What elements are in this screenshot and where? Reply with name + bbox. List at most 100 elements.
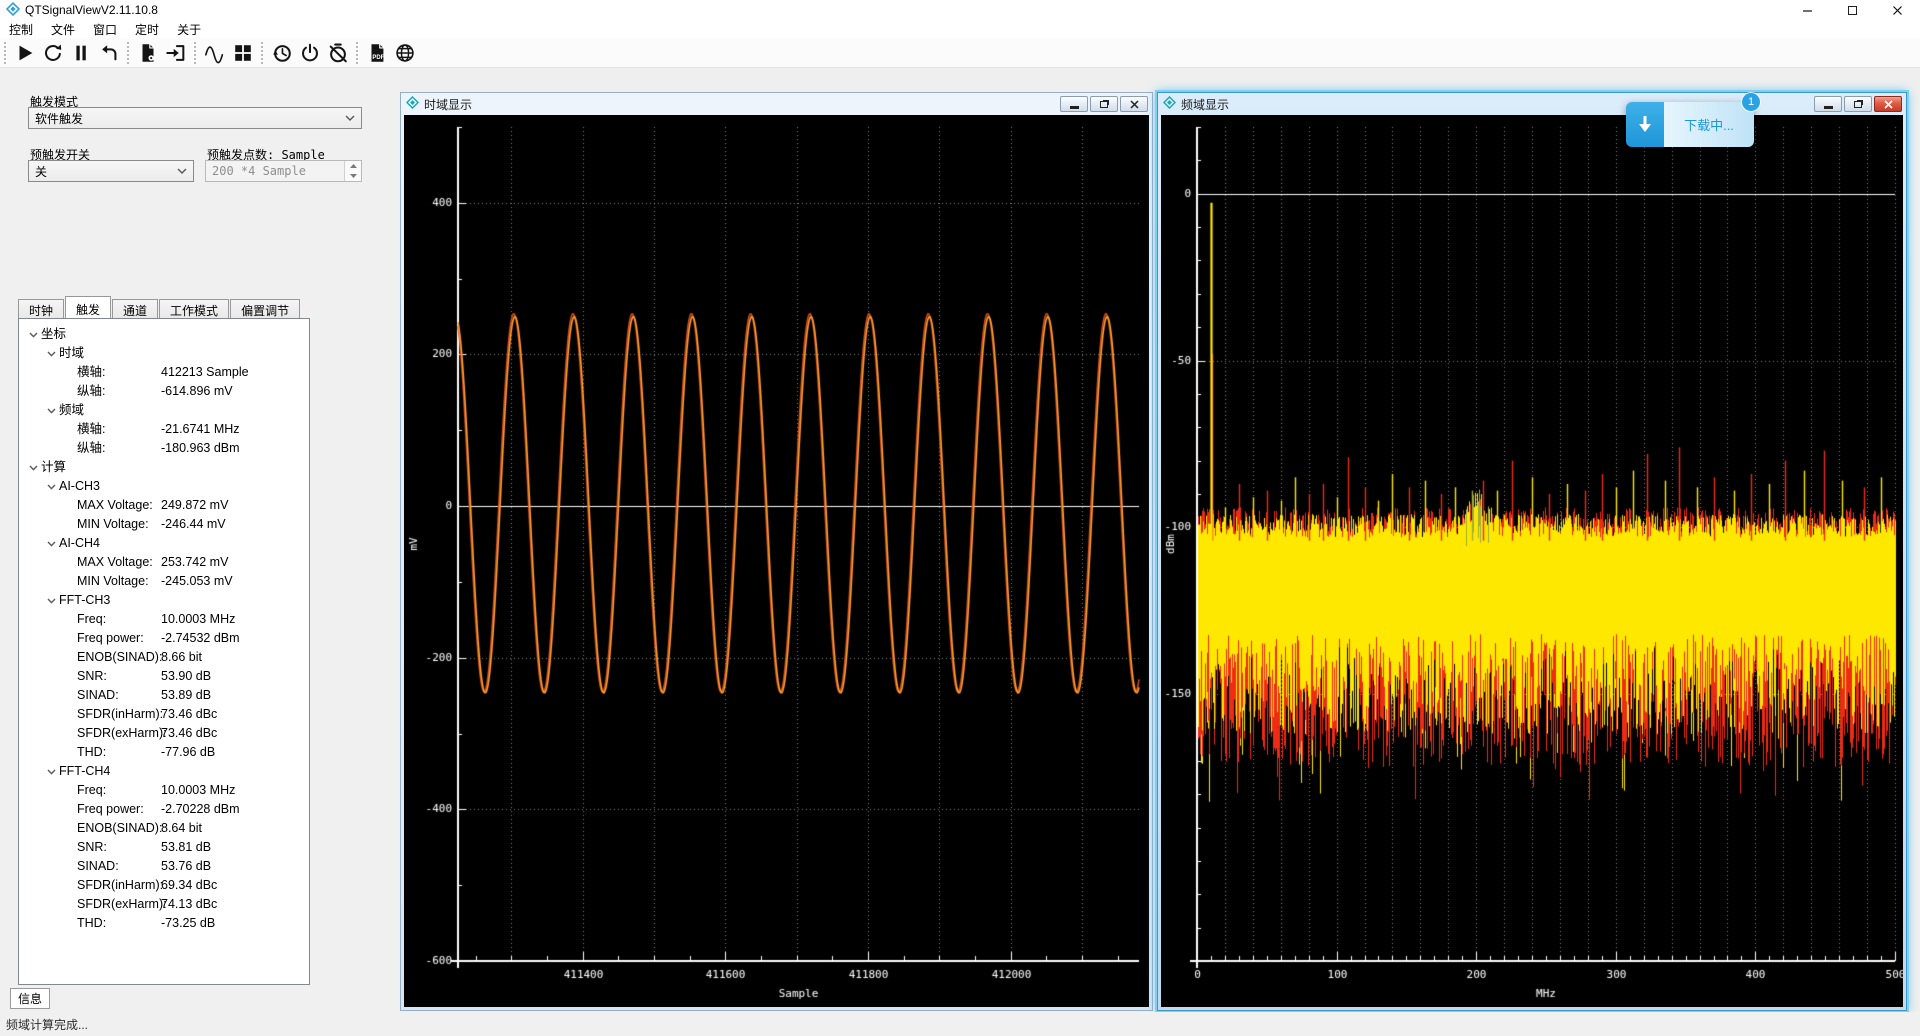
tree-row-15[interactable]: Freq:10.0003 MHz xyxy=(19,610,309,629)
tab-channel[interactable]: 通道 xyxy=(112,299,158,318)
tree-row-1[interactable]: 时域 xyxy=(19,344,309,363)
maximize-button[interactable] xyxy=(1830,0,1875,20)
tree-row-4[interactable]: 频域 xyxy=(19,401,309,420)
file-export-button[interactable] xyxy=(134,40,162,66)
tree-row-13[interactable]: MIN Voltage:-245.053 mV xyxy=(19,572,309,591)
tree-row-8[interactable]: AI-CH3 xyxy=(19,477,309,496)
tree-row-21[interactable]: SFDR(exHarm):73.46 dBc xyxy=(19,724,309,743)
toolbar-grip xyxy=(127,42,129,64)
download-toast[interactable]: 下载中... 1 xyxy=(1626,102,1754,147)
pretrigger-switch-select[interactable]: 关 xyxy=(28,160,194,182)
time-window-title-bar[interactable]: 时域显示 xyxy=(401,93,1152,115)
child-close-button[interactable] xyxy=(1874,96,1902,112)
tree-row-3[interactable]: 纵轴:-614.896 mV xyxy=(19,382,309,401)
tab-trigger[interactable]: 触发 xyxy=(65,296,111,318)
menu-item-2[interactable]: 窗口 xyxy=(84,20,126,39)
time-domain-chart[interactable] xyxy=(404,115,1149,1007)
tree-row-17[interactable]: ENOB(SINAD):8.66 bit xyxy=(19,648,309,667)
tree-row-20[interactable]: SFDR(inHarm):73.46 dBc xyxy=(19,705,309,724)
tab-offset-adjust[interactable]: 偏置调节 xyxy=(230,299,300,318)
tree-row-11[interactable]: AI-CH4 xyxy=(19,534,309,553)
tile-windows-button[interactable] xyxy=(229,40,257,66)
tree-row-30[interactable]: SFDR(exHarm):74.13 dBc xyxy=(19,895,309,914)
window-diamond-icon xyxy=(1163,96,1176,112)
waveform-icon xyxy=(204,42,226,64)
power-icon xyxy=(299,42,321,64)
undo-button[interactable] xyxy=(95,40,123,66)
tree-row-28[interactable]: SINAD:53.76 dB xyxy=(19,857,309,876)
child-close-button[interactable] xyxy=(1120,96,1148,112)
file-export-icon xyxy=(137,42,159,64)
power-button[interactable] xyxy=(296,40,324,66)
menu-item-1[interactable]: 文件 xyxy=(42,20,84,39)
menu-item-4[interactable]: 关于 xyxy=(168,20,210,39)
tree-row-10[interactable]: MIN Voltage:-246.44 mV xyxy=(19,515,309,534)
tree-value: 69.34 dBc xyxy=(161,876,217,895)
tree-label: SNR: xyxy=(77,840,107,854)
tree-row-25[interactable]: Freq power:-2.70228 dBm xyxy=(19,800,309,819)
menu-item-3[interactable]: 定时 xyxy=(126,20,168,39)
waveform-button[interactable] xyxy=(201,40,229,66)
tree-value: 253.742 mV xyxy=(161,553,228,572)
time-chart-body xyxy=(404,115,1149,1007)
tree-row-18[interactable]: SNR:53.90 dB xyxy=(19,667,309,686)
toolbar-grip xyxy=(261,42,263,64)
play-button[interactable] xyxy=(11,40,39,66)
tree-label: SFDR(exHarm): xyxy=(77,897,167,911)
tree-label: 坐标 xyxy=(41,327,66,341)
chevron-down-icon xyxy=(345,115,355,121)
tab-info[interactable]: 信息 xyxy=(10,988,50,1009)
tree-row-31[interactable]: THD:-73.25 dB xyxy=(19,914,309,933)
tree-row-6[interactable]: 纵轴:-180.963 dBm xyxy=(19,439,309,458)
network-globe-button[interactable] xyxy=(391,40,419,66)
tree-label: AI-CH4 xyxy=(59,536,100,550)
timer-off-button[interactable] xyxy=(324,40,352,66)
tree-label: MAX Voltage: xyxy=(77,498,153,512)
tree-row-0[interactable]: 坐标 xyxy=(19,325,309,344)
export-pdf-button[interactable]: PDF xyxy=(363,40,391,66)
child-minimize-button[interactable] xyxy=(1814,96,1842,112)
tree-row-7[interactable]: 计算 xyxy=(19,458,309,477)
tree-row-14[interactable]: FFT-CH3 xyxy=(19,591,309,610)
spin-down-icon[interactable] xyxy=(345,171,361,181)
freq-window-title-bar[interactable]: 频域显示 xyxy=(1158,93,1906,115)
maximize-icon xyxy=(1848,6,1857,15)
tree-view: 坐标时域横轴:412213 Sample纵轴:-614.896 mV频域横轴:-… xyxy=(18,318,310,985)
child-restore-button[interactable] xyxy=(1844,96,1872,112)
time-domain-window: 时域显示 xyxy=(400,92,1153,1011)
tree-label: MIN Voltage: xyxy=(77,517,149,531)
pause-button[interactable] xyxy=(67,40,95,66)
tab-clock[interactable]: 时钟 xyxy=(18,299,64,318)
import-button[interactable] xyxy=(162,40,190,66)
tree-row-24[interactable]: Freq:10.0003 MHz xyxy=(19,781,309,800)
tree-row-16[interactable]: Freq power:-2.74532 dBm xyxy=(19,629,309,648)
close-icon xyxy=(1884,100,1893,109)
tree-row-22[interactable]: THD:-77.96 dB xyxy=(19,743,309,762)
loop-button[interactable] xyxy=(39,40,67,66)
menu-item-0[interactable]: 控制 xyxy=(0,20,42,39)
tree-row-19[interactable]: SINAD:53.89 dB xyxy=(19,686,309,705)
tree-row-29[interactable]: SFDR(inHarm):69.34 dBc xyxy=(19,876,309,895)
freq-domain-chart[interactable] xyxy=(1161,115,1903,1007)
tree-row-9[interactable]: MAX Voltage:249.872 mV xyxy=(19,496,309,515)
tree-value: -73.25 dB xyxy=(161,914,215,933)
tree-row-27[interactable]: SNR:53.81 dB xyxy=(19,838,309,857)
spin-up-icon[interactable] xyxy=(345,161,361,171)
history-clock-button[interactable] xyxy=(268,40,296,66)
settings-tab-bar: 时钟触发通道工作模式偏置调节 xyxy=(18,296,301,318)
minimize-button[interactable] xyxy=(1785,0,1830,20)
tree-value: 74.13 dBc xyxy=(161,895,217,914)
child-minimize-button[interactable] xyxy=(1060,96,1088,112)
tree-row-23[interactable]: FFT-CH4 xyxy=(19,762,309,781)
spinner-arrows[interactable] xyxy=(344,161,361,181)
tab-work-mode[interactable]: 工作模式 xyxy=(159,299,229,318)
close-button[interactable] xyxy=(1875,0,1920,20)
trigger-mode-select[interactable]: 软件触发 xyxy=(28,107,362,129)
pretrigger-points-spinner[interactable]: 200 *4 Sample xyxy=(205,160,362,182)
tree-row-26[interactable]: ENOB(SINAD):8.64 bit xyxy=(19,819,309,838)
tree-row-12[interactable]: MAX Voltage:253.742 mV xyxy=(19,553,309,572)
tree-label: 横轴: xyxy=(77,422,105,436)
tree-row-2[interactable]: 横轴:412213 Sample xyxy=(19,363,309,382)
child-restore-button[interactable] xyxy=(1090,96,1118,112)
tree-row-5[interactable]: 横轴:-21.6741 MHz xyxy=(19,420,309,439)
